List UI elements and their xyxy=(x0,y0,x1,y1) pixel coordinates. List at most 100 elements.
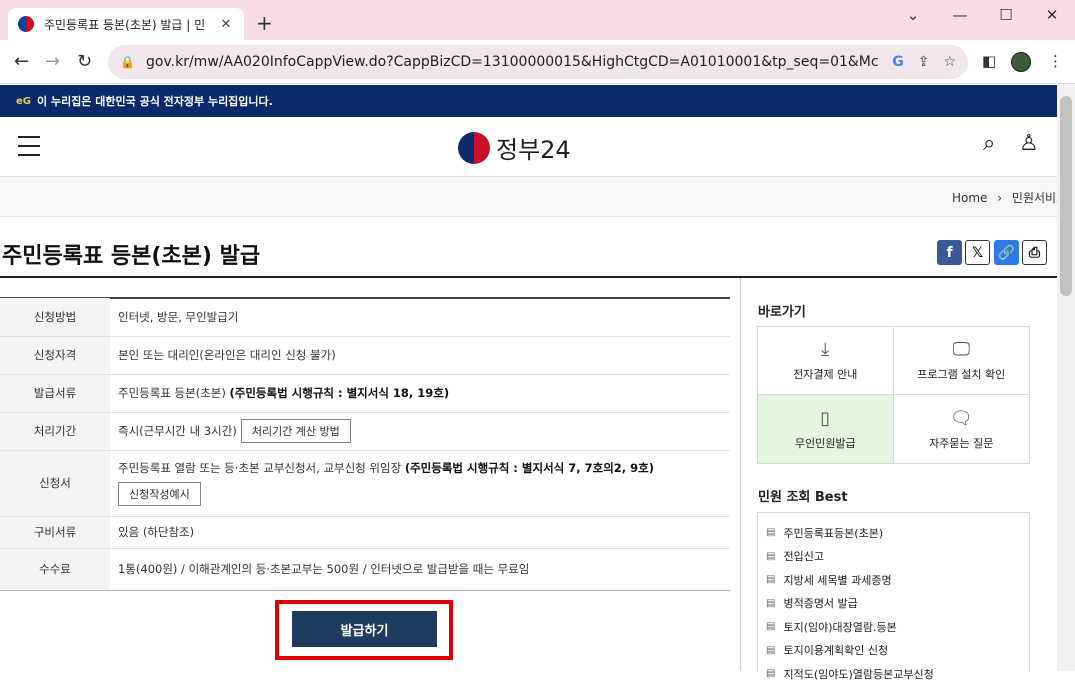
quick-links-title: 바로가기 xyxy=(758,305,806,320)
bookmark-star-icon[interactable]: ☆ xyxy=(943,54,956,70)
table-row: 수수료 1통(400원) / 이해관계인의 등·초본교부는 500원 / 인터넷… xyxy=(0,548,730,591)
table-row: 신청방법 인터넷, 방문, 무인발급기 xyxy=(0,298,730,337)
row-label: 처리기간 xyxy=(0,412,110,451)
hamburger-menu-icon[interactable] xyxy=(18,136,40,156)
x-share-icon[interactable]: 𝕏 xyxy=(965,240,990,265)
browser-titlebar: 주민등록표 등본(초본) 발급 | 민 ✕ + ⌄ — ☐ ✕ xyxy=(0,0,1075,40)
row-label: 신청방법 xyxy=(0,298,110,337)
document-icon: ▤ xyxy=(766,550,776,562)
row-value: 1통(400원) / 이해관계인의 등·초본교부는 500원 / 인터넷으로 발… xyxy=(110,548,730,591)
page-title: 주민등록표 등본(초본) 발급 xyxy=(2,244,261,269)
list-item-label: 병적증명서 발급 xyxy=(783,597,858,611)
row-value: 인터넷, 방문, 무인발급기 xyxy=(110,298,730,337)
quick-link-kiosk[interactable]: ▯ 무인민원발급 xyxy=(758,395,894,463)
forward-icon[interactable]: → xyxy=(45,51,60,72)
list-item[interactable]: ▤ 토지(임야)대장열람.등본 xyxy=(766,615,1029,639)
download-icon: ⤓ xyxy=(821,339,830,360)
tab-title: 주민등록표 등본(초본) 발급 | 민 xyxy=(44,17,206,32)
document-icon: ▤ xyxy=(766,644,776,656)
kiosk-icon: ▯ xyxy=(820,407,831,429)
minimize-button[interactable]: — xyxy=(937,6,983,24)
document-icon: ▤ xyxy=(766,527,776,539)
list-item[interactable]: ▤ 토지이용계획확인 신청 xyxy=(766,639,1029,663)
list-item-label: 주민등록표등본(초본) xyxy=(783,526,884,540)
list-item[interactable]: ▤ 주민등록표등본(초본) xyxy=(766,521,1029,545)
quick-link-faq[interactable]: 🗨 자주묻는 질문 xyxy=(894,395,1030,463)
document-icon: ▤ xyxy=(766,574,776,586)
best-list-title: 민원 조회 Best xyxy=(758,490,848,505)
quick-link-label: 전자결제 안내 xyxy=(793,368,858,381)
list-item[interactable]: ▤ 전입신고 xyxy=(766,545,1029,569)
legal-reference: (주민등록법 시행규칙 : 별지서식 18, 19호) xyxy=(229,386,450,400)
quick-link-program[interactable]: 🖵 프로그램 설치 확인 xyxy=(893,327,1029,395)
row-label: 신청서 xyxy=(0,450,110,517)
list-item[interactable]: ▤ 지방세 세목별 과세증명 xyxy=(766,568,1029,592)
processing-time: 즉시(근무시간 내 3시간) xyxy=(118,424,237,438)
issue-button[interactable]: 발급하기 xyxy=(292,611,437,647)
row-value: 있음 (하단참조) xyxy=(110,516,730,549)
url-text: gov.kr/mw/AA020InfoCappView.do?CappBizCD… xyxy=(146,54,879,70)
processing-calc-button[interactable]: 처리기간 계산 방법 xyxy=(240,419,351,443)
quick-link-label: 프로그램 설치 확인 xyxy=(917,368,1006,381)
new-tab-button[interactable]: + xyxy=(256,11,273,35)
reload-icon[interactable]: ↻ xyxy=(77,51,92,72)
chevron-right-icon: › xyxy=(997,191,1003,205)
list-item-label: 지적도(임야도)열람등본교부신청 xyxy=(783,667,934,681)
list-item-label: 전입신고 xyxy=(783,550,824,564)
table-row: 처리기간 즉시(근무시간 내 3시간) 처리기간 계산 방법 xyxy=(0,412,730,451)
chat-icon: 🗨 xyxy=(949,407,973,429)
profile-avatar[interactable] xyxy=(1011,52,1031,72)
breadcrumb: Home › 민원서비스 xyxy=(0,177,1067,217)
share-page-icon[interactable]: ⇪ xyxy=(918,54,930,70)
form-example-button[interactable]: 신청작성예시 xyxy=(118,482,201,506)
taegeuk-logo-icon xyxy=(458,131,490,164)
menu-kebab-icon[interactable]: ⋮ xyxy=(1048,52,1063,70)
facebook-share-icon[interactable]: f xyxy=(937,240,962,265)
browser-toolbar: ← → ↻ 🔒 gov.kr/mw/AA020InfoCappView.do?C… xyxy=(0,40,1075,84)
document-icon: ▤ xyxy=(766,668,776,680)
maximize-button[interactable]: ☐ xyxy=(983,6,1029,24)
row-label: 발급서류 xyxy=(0,374,110,413)
row-label: 수수료 xyxy=(0,548,110,591)
document-icon: ▤ xyxy=(766,597,776,609)
row-value: 주민등록표 열람 또는 등·초본 교부신청서, 교부신청 위임장 (주민등록법 … xyxy=(110,450,730,517)
row-label: 구비서류 xyxy=(0,516,110,549)
print-icon[interactable]: ⎙ xyxy=(1022,240,1047,265)
service-info-table: 신청방법 인터넷, 방문, 무인발급기 신청자격 본인 또는 대리인(온라인은 … xyxy=(0,298,730,591)
link-copy-icon[interactable]: 🔗 xyxy=(994,240,1019,265)
tab-search-icon[interactable]: ⌄ xyxy=(890,6,936,24)
close-window-button[interactable]: ✕ xyxy=(1029,6,1075,24)
gov-notice-bar: eG 이 누리집은 대한민국 공식 전자정부 누리집입니다. xyxy=(0,85,1057,117)
user-icon[interactable]: ♙ xyxy=(1019,131,1039,156)
quick-links-grid: ⤓ 전자결제 안내 🖵 프로그램 설치 확인 ▯ 무인민원발급 🗨 자주묻는 질… xyxy=(757,326,1030,464)
table-bottom-border xyxy=(0,590,730,591)
logo-text: 정부24 xyxy=(496,136,571,164)
back-icon[interactable]: ← xyxy=(14,51,29,72)
site-logo[interactable]: 정부24 xyxy=(458,130,571,165)
list-item-label: 지방세 세목별 과세증명 xyxy=(783,573,892,587)
side-panel-icon[interactable]: ◧ xyxy=(982,52,996,70)
tab-close-icon[interactable]: ✕ xyxy=(218,17,234,32)
browser-tab[interactable]: 주민등록표 등본(초본) 발급 | 민 ✕ xyxy=(8,8,244,40)
quick-link-payment[interactable]: ⤓ 전자결제 안내 xyxy=(758,327,894,395)
monitor-icon: 🖵 xyxy=(952,339,970,360)
egov-logo: eG xyxy=(16,95,31,107)
table-row: 발급서류 주민등록표 등본(초본) (주민등록법 시행규칙 : 별지서식 18,… xyxy=(0,374,730,413)
list-item-label: 토지(임야)대장열람.등본 xyxy=(783,620,897,634)
lock-icon: 🔒 xyxy=(120,55,135,69)
address-bar[interactable]: 🔒 gov.kr/mw/AA020InfoCappView.do?CappBiz… xyxy=(108,45,968,79)
sidebar-divider xyxy=(740,278,741,671)
google-translate-icon[interactable]: G xyxy=(892,54,904,70)
site-header: 정부24 ⌕ ♙ xyxy=(0,117,1057,177)
breadcrumb-home[interactable]: Home xyxy=(952,191,987,205)
table-row: 구비서류 있음 (하단참조) xyxy=(0,516,730,549)
row-value: 주민등록표 등본(초본) (주민등록법 시행규칙 : 별지서식 18, 19호) xyxy=(110,374,730,413)
quick-link-label: 자주묻는 질문 xyxy=(929,436,994,450)
search-icon[interactable]: ⌕ xyxy=(983,131,995,156)
scrollbar-thumb[interactable] xyxy=(1060,96,1072,296)
row-value: 즉시(근무시간 내 3시간) 처리기간 계산 방법 xyxy=(110,412,730,451)
page-scrollbar[interactable] xyxy=(1057,84,1075,671)
list-item[interactable]: ▤ 병적증명서 발급 xyxy=(766,592,1029,616)
list-item[interactable]: ▤ 지적도(임야도)열람등본교부신청 xyxy=(766,662,1029,686)
document-name: 주민등록표 등본(초본) xyxy=(118,386,230,400)
